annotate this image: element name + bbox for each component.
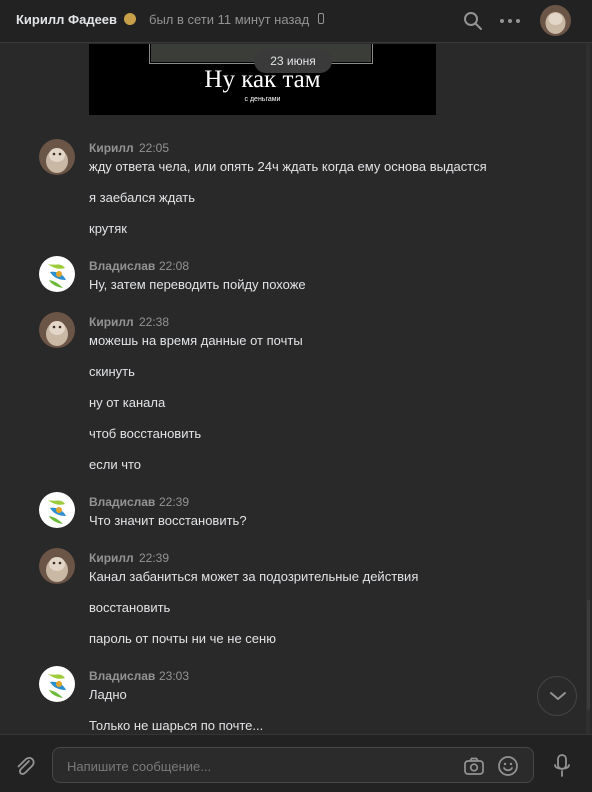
attach-icon[interactable]: [14, 755, 36, 779]
message-history[interactable]: Ну как там с деньгами 23 июня Кирилл 22:…: [0, 44, 592, 734]
crown-icon: [124, 13, 136, 25]
message-text: можешь на время данные от почты: [89, 333, 303, 348]
message-input-box[interactable]: [52, 747, 534, 783]
contact-avatar[interactable]: [540, 5, 571, 36]
message-text: крутяк: [89, 221, 127, 236]
message-time: 22:39: [139, 551, 170, 565]
message-time: 22:39: [159, 495, 190, 509]
microphone-icon[interactable]: [552, 753, 572, 779]
message-text: пароль от почты ни че не сеню: [89, 631, 276, 646]
message-author[interactable]: Кирилл: [89, 315, 134, 329]
message-text: Что значит восстановить?: [89, 513, 247, 528]
message-time: 23:03: [159, 669, 190, 683]
search-icon[interactable]: [462, 10, 484, 32]
emoji-icon[interactable]: [497, 755, 519, 777]
message-text: скинуть: [89, 364, 135, 379]
scroll-to-bottom-button[interactable]: [537, 676, 577, 716]
message-text: Ладно: [89, 687, 127, 702]
message-author[interactable]: Кирилл: [89, 141, 134, 155]
avatar-vladislav[interactable]: [39, 256, 75, 292]
message-text: если что: [89, 457, 141, 472]
message-text: восстановить: [89, 600, 171, 615]
avatar-kirill[interactable]: [39, 139, 75, 175]
date-divider: 23 июня: [254, 49, 332, 73]
chat-header: Кирилл Фадеев был в сети 11 минут назад: [0, 0, 592, 43]
message-time: 22:08: [159, 259, 190, 273]
image-caption-subtitle: с деньгами: [244, 96, 281, 103]
message-text: Только не шарься по почте...: [89, 718, 264, 733]
message-time: 22:05: [139, 141, 170, 155]
avatar-vladislav[interactable]: [39, 492, 75, 528]
message-input[interactable]: [65, 756, 449, 776]
message-composer: [0, 734, 592, 792]
chevron-down-icon: [550, 692, 566, 700]
scrollbar-thumb[interactable]: [587, 600, 590, 710]
avatar-kirill[interactable]: [39, 548, 75, 584]
camera-icon[interactable]: [463, 755, 485, 777]
message-author[interactable]: Владислав: [89, 259, 155, 273]
message-author[interactable]: Владислав: [89, 669, 155, 683]
message-text: Канал забаниться может за подозрительные…: [89, 569, 419, 584]
message-text: жду ответа чела, или опять 24ч ждать ког…: [89, 159, 487, 174]
message-text: чтоб восстановить: [89, 426, 202, 441]
message-text: я заебался ждать: [89, 190, 195, 205]
message-text: Ну, затем переводить пойду похоже: [89, 277, 306, 292]
message-text: ну от канала: [89, 395, 166, 410]
phone-icon: [318, 13, 324, 24]
avatar-kirill[interactable]: [39, 312, 75, 348]
message-author[interactable]: Владислав: [89, 495, 155, 509]
message-author[interactable]: Кирилл: [89, 551, 134, 565]
more-icon[interactable]: [498, 10, 522, 32]
message-time: 22:38: [139, 315, 170, 329]
online-status: был в сети 11 минут назад: [149, 12, 310, 27]
avatar-vladislav[interactable]: [39, 666, 75, 702]
contact-name[interactable]: Кирилл Фадеев: [16, 12, 117, 27]
